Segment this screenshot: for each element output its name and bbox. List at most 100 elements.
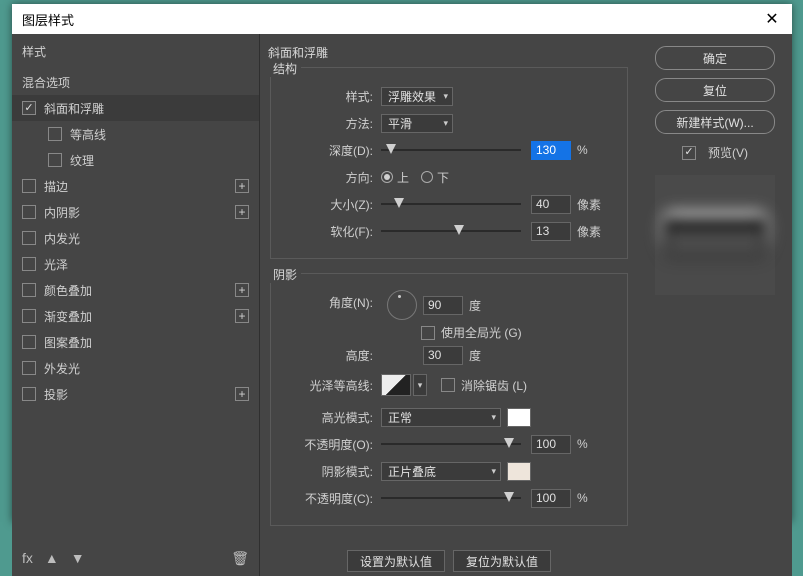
angle-dial[interactable] [387,290,417,320]
style-checkbox[interactable] [22,205,36,219]
global-light-checkbox[interactable] [421,326,435,340]
style-label: 等高线 [70,126,106,143]
shadow-mode-select[interactable]: 正片叠底▾ [381,462,501,481]
style-item-7[interactable]: 颜色叠加 + [12,277,259,303]
add-effect-icon[interactable]: + [235,387,249,401]
style-checkbox[interactable] [22,387,36,401]
panel-title: 斜面和浮雕 [268,44,626,61]
shadow-color-swatch[interactable] [507,462,531,481]
style-select[interactable]: 浮雕效果▾ [381,87,453,106]
altitude-field[interactable] [423,346,463,365]
chevron-down-icon: ▾ [491,466,496,477]
style-item-11[interactable]: 投影 + [12,381,259,407]
style-item-9[interactable]: 图案叠加 [12,329,259,355]
style-checkbox[interactable] [22,257,36,271]
right-column: 确定 复位 新建样式(W)... 预览(V) [638,34,792,576]
trash-icon[interactable]: 🗑 [231,550,249,567]
add-effect-icon[interactable]: + [235,179,249,193]
direction-label: 方向: [281,169,373,186]
size-field[interactable] [531,195,571,214]
technique-label: 方法: [281,115,373,132]
chevron-down-icon: ▾ [443,118,448,129]
style-item-3[interactable]: 描边+ [12,173,259,199]
close-icon[interactable]: ✕ [752,4,792,34]
direction-down-radio[interactable]: 下 [421,169,449,186]
shadow-opacity-slider[interactable] [381,491,521,505]
move-down-icon[interactable]: ▼ [71,550,85,566]
altitude-unit: 度 [469,347,481,364]
layer-style-dialog: 图层样式 ✕ 样式 混合选项 斜面和浮雕等高线纹理描边+内阴影+内发光光泽颜色叠… [12,4,792,522]
structure-legend: 结构 [269,60,301,77]
preview-box [655,175,775,295]
shadow-opacity-unit: % [577,491,588,505]
style-checkbox[interactable] [48,127,62,141]
style-item-10[interactable]: 外发光 [12,355,259,381]
gloss-contour-dropdown[interactable]: ▾ [413,374,427,396]
add-effect-icon[interactable]: + [235,309,249,323]
preview-bevel [665,219,765,251]
highlight-opacity-field[interactable] [531,435,571,454]
fx-icon[interactable]: fx [22,550,33,566]
highlight-mode-select[interactable]: 正常▾ [381,408,501,427]
style-item-1[interactable]: 等高线 [12,121,259,147]
style-checkbox[interactable] [22,283,36,297]
style-label: 样式: [281,88,373,105]
shadow-opacity-label: 不透明度(C): [281,490,373,507]
antialias-checkbox[interactable] [441,378,455,392]
style-checkbox[interactable] [22,179,36,193]
cancel-button[interactable]: 复位 [655,78,775,102]
style-item-5[interactable]: 内发光 [12,225,259,251]
style-label: 颜色叠加 [44,282,92,299]
styles-header: 样式 [12,34,259,69]
soften-field[interactable] [531,222,571,241]
preview-checkbox[interactable] [682,146,696,160]
style-label: 外发光 [44,360,80,377]
style-item-8[interactable]: 渐变叠加+ [12,303,259,329]
style-label: 纹理 [70,152,94,169]
soften-slider[interactable] [381,224,521,238]
make-default-button[interactable]: 设置为默认值 [347,550,445,572]
shading-group: 阴影 角度(N): 度 使用全局光 (G) [270,273,628,526]
style-checkbox[interactable] [22,231,36,245]
size-label: 大小(Z): [281,196,373,213]
blending-options[interactable]: 混合选项 [12,69,259,95]
style-checkbox[interactable] [22,101,36,115]
style-item-0[interactable]: 斜面和浮雕 [12,95,259,121]
defaults-row: 设置为默认值 复位为默认值 [270,550,628,572]
style-checkbox[interactable] [48,153,62,167]
radio-off-icon [421,171,433,183]
size-slider[interactable] [381,197,521,211]
highlight-mode-label: 高光模式: [281,409,373,426]
style-label: 斜面和浮雕 [44,100,104,117]
soften-unit: 像素 [577,223,601,240]
highlight-opacity-slider[interactable] [381,437,521,451]
soften-label: 软化(F): [281,223,373,240]
style-label: 投影 [44,386,68,403]
new-style-button[interactable]: 新建样式(W)... [655,110,775,134]
add-effect-icon[interactable]: + [235,283,249,297]
highlight-color-swatch[interactable] [507,408,531,427]
angle-unit: 度 [469,297,481,314]
style-item-2[interactable]: 纹理 [12,147,259,173]
style-item-4[interactable]: 内阴影+ [12,199,259,225]
shadow-opacity-field[interactable] [531,489,571,508]
angle-field[interactable] [423,296,463,315]
ok-button[interactable]: 确定 [655,46,775,70]
antialias-label: 消除锯齿 (L) [461,377,527,394]
reset-default-button[interactable]: 复位为默认值 [453,550,551,572]
direction-up-radio[interactable]: 上 [381,169,409,186]
style-checkbox[interactable] [22,309,36,323]
depth-field[interactable] [531,141,571,160]
gloss-contour-swatch[interactable] [381,374,411,396]
highlight-opacity-label: 不透明度(O): [281,436,373,453]
technique-select[interactable]: 平滑▾ [381,114,453,133]
add-effect-icon[interactable]: + [235,205,249,219]
shadow-mode-label: 阴影模式: [281,463,373,480]
move-up-icon[interactable]: ▲ [45,550,59,566]
style-item-6[interactable]: 光泽 [12,251,259,277]
style-checkbox[interactable] [22,361,36,375]
titlebar[interactable]: 图层样式 ✕ [12,4,792,34]
chevron-down-icon: ▾ [491,412,496,423]
depth-slider[interactable] [381,143,521,157]
style-checkbox[interactable] [22,335,36,349]
